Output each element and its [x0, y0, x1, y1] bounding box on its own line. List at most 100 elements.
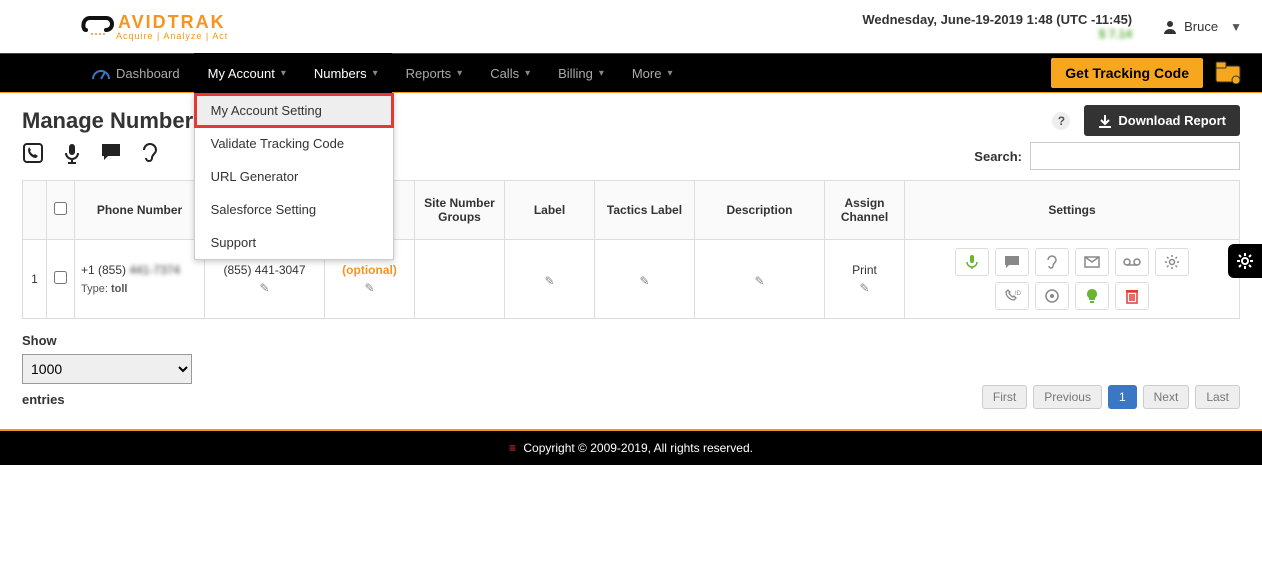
- dropdown-validate-tracking[interactable]: Validate Tracking Code: [195, 127, 393, 160]
- caret-down-icon: ▾: [599, 68, 604, 79]
- toolbar-icons: [22, 142, 158, 170]
- page-content: Manage Numbers ? Download Report Search:…: [0, 93, 1262, 409]
- dropdown-support[interactable]: Support: [195, 226, 393, 259]
- voicemail-setting-icon[interactable]: [1115, 248, 1149, 276]
- cell-phone: +1 (855) +1 (855) 441-7374441-7374 Type:…: [75, 240, 205, 319]
- phone-number: +1 (855) +1 (855) 441-7374441-7374: [81, 263, 180, 277]
- edit-icon[interactable]: ✎: [754, 274, 764, 288]
- edit-icon[interactable]: ✎: [544, 274, 554, 288]
- bulb-setting-icon[interactable]: [1075, 282, 1109, 310]
- dropdown-my-account-setting[interactable]: My Account Setting: [195, 94, 393, 127]
- settings-icons: ID: [942, 248, 1202, 310]
- col-checkbox: [47, 181, 75, 240]
- datetime-label: Wednesday, June-19-2019 1:48 (UTC -11:45…: [862, 12, 1132, 27]
- user-name: Bruce: [1184, 19, 1218, 34]
- caret-down-icon: ▾: [457, 68, 462, 79]
- nav-more[interactable]: More ▾: [618, 53, 687, 93]
- pagination: First Previous 1 Next Last: [22, 385, 1240, 409]
- select-all-checkbox[interactable]: [54, 202, 67, 215]
- nav-my-account[interactable]: My Account ▾ My Account Setting Validate…: [194, 53, 300, 93]
- page-title: Manage Numbers: [22, 108, 205, 134]
- nav-billing[interactable]: Billing ▾: [544, 53, 618, 93]
- get-tracking-code-button[interactable]: Get Tracking Code: [1050, 57, 1204, 89]
- navbar: Dashboard My Account ▾ My Account Settin…: [0, 53, 1262, 93]
- ear-icon[interactable]: [140, 142, 158, 170]
- nav-more-label: More: [632, 66, 662, 81]
- folder-icon[interactable]: [1214, 60, 1242, 87]
- top-header: AVIDTRAK Acquire | Analyze | Act Wednesd…: [0, 0, 1262, 53]
- gear-setting-icon[interactable]: [1155, 248, 1189, 276]
- caret-down-icon: ▾: [281, 68, 286, 79]
- nav-reports-label: Reports: [406, 66, 452, 81]
- nav-my-account-label: My Account: [208, 66, 275, 81]
- edit-icon[interactable]: ✎: [364, 281, 374, 295]
- col-settings[interactable]: Settings: [905, 181, 1240, 240]
- floating-settings-gear[interactable]: [1228, 244, 1262, 278]
- help-icon[interactable]: ?: [1052, 112, 1070, 130]
- page-last-button[interactable]: Last: [1195, 385, 1240, 409]
- col-assign-channel[interactable]: Assign Channel: [825, 181, 905, 240]
- nav-numbers-label: Numbers: [314, 66, 367, 81]
- nav-calls-label: Calls: [490, 66, 519, 81]
- col-site-groups[interactable]: Site Number Groups: [415, 181, 505, 240]
- show-select[interactable]: 1000: [22, 354, 192, 384]
- balance-label: $ 7.14: [862, 27, 1132, 41]
- cell-channel: Print ✎: [825, 240, 905, 319]
- search-input[interactable]: [1030, 142, 1240, 170]
- chat-icon[interactable]: [100, 142, 122, 170]
- mic-setting-icon[interactable]: [955, 248, 989, 276]
- cell-settings: ID: [905, 240, 1240, 319]
- gear-icon: [1236, 252, 1254, 270]
- page-prev-button[interactable]: Previous: [1033, 385, 1102, 409]
- col-phone[interactable]: Phone Number: [75, 181, 205, 240]
- edit-icon[interactable]: ✎: [259, 281, 269, 295]
- user-icon: [1162, 19, 1178, 35]
- cell-rownum: 1: [23, 240, 47, 319]
- cell-label: ✎: [505, 240, 595, 319]
- my-account-dropdown: My Account Setting Validate Tracking Cod…: [194, 93, 394, 260]
- caret-down-icon: ▾: [525, 68, 530, 79]
- edit-icon[interactable]: ✎: [859, 281, 869, 295]
- row-checkbox[interactable]: [54, 271, 67, 284]
- page-next-button[interactable]: Next: [1143, 385, 1190, 409]
- col-tactics[interactable]: Tactics Label: [595, 181, 695, 240]
- alternate-optional: (optional): [342, 263, 397, 277]
- dashboard-icon: [92, 66, 110, 80]
- nav-reports[interactable]: Reports ▾: [392, 53, 477, 93]
- callerid-setting-icon[interactable]: ID: [995, 282, 1029, 310]
- dropdown-salesforce-setting[interactable]: Salesforce Setting: [195, 193, 393, 226]
- nav-calls[interactable]: Calls ▾: [476, 53, 544, 93]
- caret-down-icon: ▾: [373, 68, 378, 79]
- col-label[interactable]: Label: [505, 181, 595, 240]
- microphone-icon[interactable]: [62, 142, 82, 170]
- logo[interactable]: AVIDTRAK Acquire | Analyze | Act: [80, 8, 228, 45]
- col-description[interactable]: Description: [695, 181, 825, 240]
- footer-icon: ≡: [509, 441, 516, 455]
- svg-text:ID: ID: [1015, 291, 1021, 297]
- page-current-button[interactable]: 1: [1108, 385, 1137, 409]
- nav-dashboard[interactable]: Dashboard: [78, 53, 194, 93]
- search-label: Search:: [974, 149, 1022, 164]
- dropdown-url-generator[interactable]: URL Generator: [195, 160, 393, 193]
- download-report-button[interactable]: Download Report: [1084, 105, 1240, 136]
- nav-numbers[interactable]: Numbers ▾: [300, 53, 392, 93]
- ear-setting-icon[interactable]: [1035, 248, 1069, 276]
- user-menu[interactable]: Bruce ▼: [1162, 19, 1242, 35]
- phone-type: Type: toll: [81, 283, 198, 295]
- download-report-label: Download Report: [1118, 113, 1226, 128]
- mail-setting-icon[interactable]: [1075, 248, 1109, 276]
- cell-site-groups: [415, 240, 505, 319]
- logo-tagline: Acquire | Analyze | Act: [116, 31, 228, 41]
- page-first-button[interactable]: First: [982, 385, 1027, 409]
- chat-setting-icon[interactable]: [995, 248, 1029, 276]
- caret-down-icon: ▼: [1230, 20, 1242, 34]
- phone-forward-icon[interactable]: [22, 142, 44, 170]
- logo-icon: [80, 8, 116, 45]
- cell-tactics: ✎: [595, 240, 695, 319]
- trash-setting-icon[interactable]: [1115, 282, 1149, 310]
- show-label: Show: [22, 333, 1240, 348]
- footer-text: Copyright © 2009-2019, All rights reserv…: [523, 441, 753, 455]
- forwarding-number: (855) 441-3047: [223, 263, 305, 277]
- target-setting-icon[interactable]: [1035, 282, 1069, 310]
- edit-icon[interactable]: ✎: [639, 274, 649, 288]
